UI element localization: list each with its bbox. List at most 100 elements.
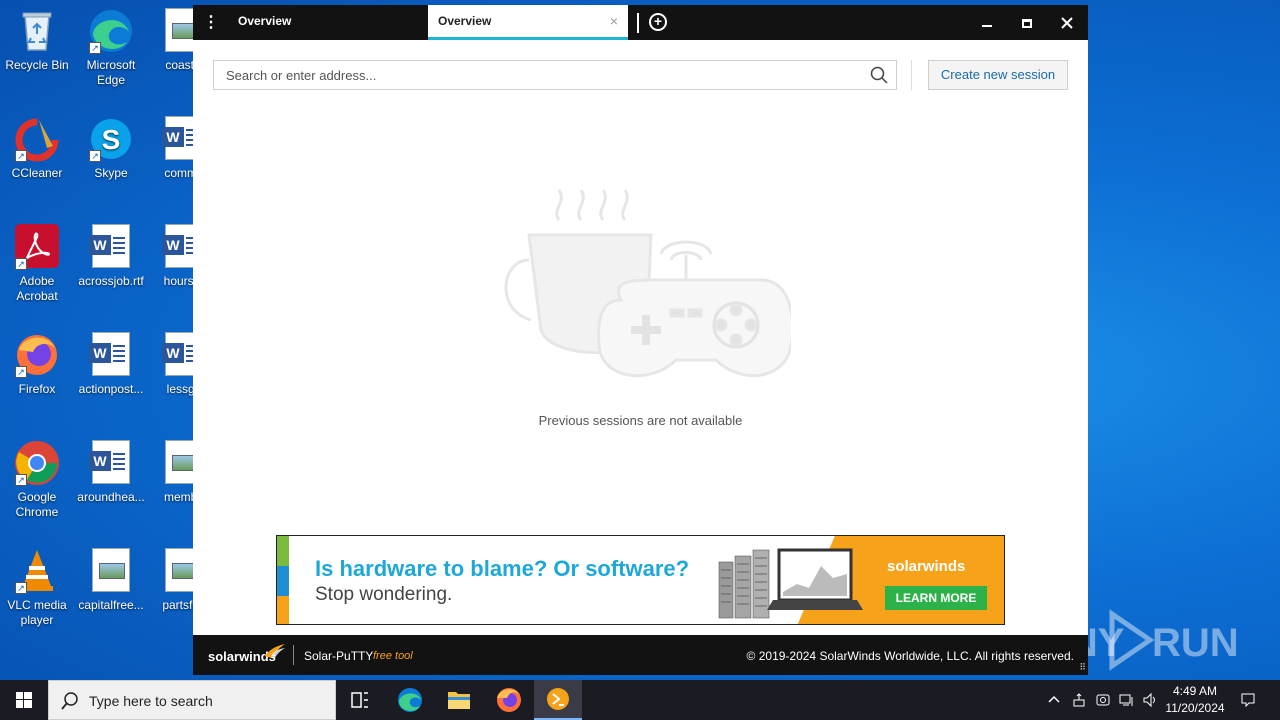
word-doc-icon: W (87, 224, 135, 270)
shortcut-arrow-icon: ↗ (89, 150, 101, 162)
ad-learn-more-button[interactable]: LEARN MORE (885, 586, 987, 610)
desktop-icon-label: acrossjob.rtf (78, 274, 144, 288)
resize-grip-icon[interactable]: ⠿ (1079, 662, 1086, 673)
solar-putty-window: ⋮ Overview Overview × + Create new sessi… (193, 5, 1088, 675)
firefox-icon: ↗ (13, 332, 61, 378)
tab-label: Overview (438, 14, 492, 28)
tab-overview-active[interactable]: Overview × (428, 5, 628, 40)
search-icon (61, 692, 78, 710)
tab-label: Overview (238, 14, 292, 28)
svg-text:S: S (102, 124, 121, 155)
kebab-menu-icon[interactable]: ⋮ (203, 14, 219, 32)
desktop-icon-google-chrome[interactable]: ↗ Google Chrome (0, 440, 74, 520)
image-file-icon (87, 548, 135, 594)
create-new-session-button[interactable]: Create new session (928, 60, 1068, 90)
desktop-icon-aroundhea[interactable]: W aroundhea... (74, 440, 148, 505)
chrome-icon: ↗ (13, 440, 61, 486)
close-icon (1061, 17, 1073, 29)
shortcut-arrow-icon: ↗ (15, 474, 27, 486)
start-button[interactable] (0, 680, 48, 720)
folder-icon (448, 692, 470, 709)
volume-icon[interactable] (1142, 692, 1158, 708)
solar-putty-icon (547, 688, 569, 710)
edge-icon: ↗ (87, 8, 135, 54)
desktop-icon-microsoft-edge[interactable]: ↗ Microsoft Edge (74, 8, 148, 88)
ad-color-stripe (277, 536, 289, 624)
shortcut-arrow-icon: ↗ (89, 42, 101, 54)
skype-icon: S ↗ (87, 116, 135, 162)
taskbar-edge[interactable] (386, 680, 434, 720)
ad-headline: Is hardware to blame? Or software? (315, 556, 690, 581)
tab-overview[interactable]: Overview (226, 5, 426, 40)
title-bar: ⋮ Overview Overview × + (193, 5, 1088, 40)
desktop-icon-label: Microsoft Edge (86, 58, 136, 87)
taskbar: Type here to search 4:49 AM 11/20/2024 (0, 680, 1280, 720)
desktop-icon-label: aroundhea... (77, 490, 145, 504)
windows-logo-icon (16, 692, 32, 708)
vlc-icon: ↗ (13, 548, 61, 594)
notification-center-icon[interactable] (1240, 692, 1256, 708)
desktop-icon-label: Adobe Acrobat (16, 274, 58, 303)
firefox-icon (497, 688, 521, 712)
shortcut-arrow-icon: ↗ (15, 582, 27, 594)
recycle-bin-icon (13, 8, 61, 54)
desktop-icon-label: Skype (94, 166, 128, 180)
taskbar-clock[interactable]: 4:49 AM 11/20/2024 (1160, 683, 1230, 717)
shortcut-arrow-icon: ↗ (15, 150, 27, 162)
minimize-button[interactable] (967, 5, 1007, 40)
close-window-button[interactable] (1047, 5, 1087, 40)
desktop-icon-capitalfree[interactable]: capitalfree... (74, 548, 148, 613)
ad-solarwinds-logo: solarwinds (887, 558, 966, 575)
desktop-icon-recycle-bin[interactable]: Recycle Bin (0, 8, 74, 73)
maximize-button[interactable] (1007, 5, 1047, 40)
desktop-icon-acrossjob[interactable]: W acrossjob.rtf (74, 224, 148, 289)
empty-sessions-message: Previous sessions are not available (538, 413, 743, 428)
shortcut-arrow-icon: ↗ (15, 258, 27, 270)
svg-text:RUN: RUN (1152, 621, 1239, 665)
desktop-icon-adobe-acrobat[interactable]: ↗ Adobe Acrobat (0, 224, 74, 304)
desktop-icon-label: Google Chrome (15, 490, 59, 519)
add-tab-icon[interactable]: + (649, 13, 667, 31)
taskbar-file-explorer[interactable] (435, 680, 483, 720)
word-doc-icon: W (87, 440, 135, 486)
desktop-icon-label: Firefox (18, 382, 56, 396)
meet-now-icon[interactable] (1095, 692, 1111, 708)
taskbar-search-box[interactable]: Type here to search (48, 680, 336, 720)
taskbar-solar-putty[interactable] (534, 680, 582, 720)
desktop-icon-skype[interactable]: S ↗ Skype (74, 116, 148, 181)
word-doc-icon: W (87, 332, 135, 378)
clock-time: 4:49 AM (1172, 684, 1218, 698)
close-tab-icon[interactable]: × (610, 5, 618, 37)
task-view-button[interactable] (336, 680, 384, 720)
maximize-icon (1022, 18, 1032, 28)
footer-copyright: © 2019-2024 SolarWinds Worldwide, LLC. A… (746, 649, 1074, 663)
desktop-icon-ccleaner[interactable]: ↗ CCleaner (0, 116, 74, 181)
address-search-box (213, 60, 897, 90)
ad-subline: Stop wondering. (315, 584, 453, 605)
desktop-icon-firefox[interactable]: ↗ Firefox (0, 332, 74, 397)
address-search-input[interactable] (214, 61, 854, 89)
advertisement-banner[interactable]: Is hardware to blame? Or software? Stop … (276, 535, 1005, 625)
acrobat-icon: ↗ (13, 224, 61, 270)
edge-icon (398, 688, 422, 712)
network-device-icon[interactable] (1071, 692, 1087, 708)
minimize-icon (982, 25, 992, 28)
footer-separator (293, 645, 294, 665)
desktop-icon-vlc[interactable]: ↗ VLC media player (0, 548, 74, 628)
taskbar-search-placeholder: Type here to search (89, 693, 213, 709)
desktop-icon-label: actionpost... (78, 382, 144, 396)
search-icon[interactable] (870, 66, 888, 84)
taskbar-firefox[interactable] (485, 680, 533, 720)
desktop-icon-label: CCleaner (11, 166, 63, 180)
desktop-icon-label: Recycle Bin (5, 58, 69, 72)
show-hidden-icons-chevron-icon[interactable] (1046, 692, 1062, 708)
footer-bar: solarwinds Solar-PuTTY free tool © 2019-… (193, 635, 1088, 675)
tab-separator (637, 13, 639, 33)
footer-free-tool-tag: free tool (373, 650, 413, 662)
task-view-icon (351, 692, 368, 708)
desktop-icon-label: VLC media player (7, 598, 67, 627)
clock-date: 11/20/2024 (1165, 701, 1225, 715)
network-icon[interactable] (1119, 692, 1135, 708)
desktop-icon-actionpost[interactable]: W actionpost... (74, 332, 148, 397)
solarwinds-flame-icon (265, 644, 285, 658)
